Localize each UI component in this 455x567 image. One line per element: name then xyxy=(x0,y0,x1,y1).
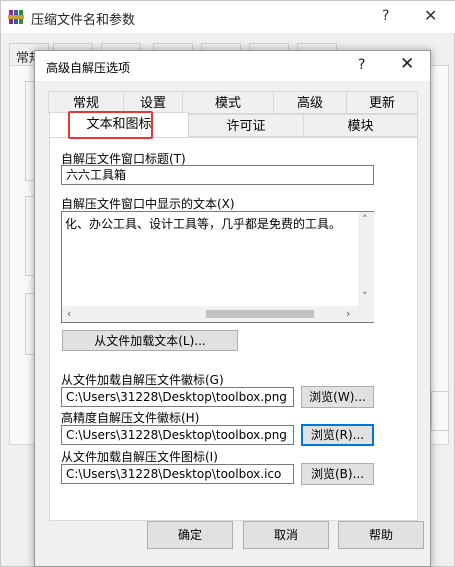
parent-button-edge xyxy=(431,391,449,431)
tab-update[interactable]: 更新 xyxy=(346,91,418,114)
window-text-area[interactable]: 化、办公工具、设计工具等，几乎都是免费的工具。 ˄ ˅ ‹ › xyxy=(61,211,374,323)
tab-module[interactable]: 模块 xyxy=(303,114,418,137)
hires-browse-button[interactable]: 浏览(R)... xyxy=(301,424,374,446)
scroll-left-icon[interactable]: ‹ xyxy=(67,307,71,320)
parent-close-button[interactable]: ✕ xyxy=(424,6,437,25)
dialog-help-button[interactable]: ? xyxy=(358,57,365,73)
logo-path-input[interactable]: C:\Users\31228\Desktop\toolbox.png xyxy=(61,387,294,407)
logo-label: 从文件加载自解压文件徽标(G) xyxy=(61,373,224,387)
tab-modes[interactable]: 模式 xyxy=(182,91,274,114)
window-title-input[interactable]: 六六工具箱 xyxy=(61,165,374,185)
scroll-corner xyxy=(358,306,374,322)
horizontal-scrollbar[interactable]: ‹ › xyxy=(62,306,358,322)
cancel-button[interactable]: 取消 xyxy=(243,521,329,549)
parent-help-button[interactable]: ? xyxy=(382,8,389,24)
parent-title: 压缩文件名和参数 xyxy=(31,13,136,28)
ok-button[interactable]: 确定 xyxy=(147,521,233,549)
advanced-sfx-dialog: 高级自解压选项 ? ✕ 常规 设置 模式 高级 更新 许可证 模块 文本和图标 … xyxy=(34,50,431,567)
load-text-button[interactable]: 从文件加载文本(L)... xyxy=(62,330,238,351)
dialog-close-button[interactable]: ✕ xyxy=(400,54,414,74)
icon-path-input[interactable]: C:\Users\31228\Desktop\toolbox.ico xyxy=(61,464,294,484)
winrar-icon xyxy=(8,10,24,24)
scroll-right-icon[interactable]: › xyxy=(346,307,350,320)
logo-browse-button[interactable]: 浏览(W)... xyxy=(301,386,374,408)
hires-logo-path-input[interactable]: C:\Users\31228\Desktop\toolbox.png xyxy=(61,425,294,445)
hires-logo-label: 高精度自解压文件徽标(H) xyxy=(61,411,200,425)
dialog-title: 高级自解压选项 xyxy=(46,61,131,75)
icon-label: 从文件加载自解压文件图标(I) xyxy=(61,450,218,464)
scroll-down-icon[interactable]: ˅ xyxy=(362,290,368,303)
window-text-label: 自解压文件窗口中显示的文本(X) xyxy=(61,197,235,211)
icon-browse-button[interactable]: 浏览(B)... xyxy=(301,463,374,485)
scroll-up-icon[interactable]: ˄ xyxy=(362,213,368,226)
horizontal-scroll-thumb[interactable] xyxy=(206,310,314,318)
window-text-content: 化、办公工具、设计工具等，几乎都是免费的工具。 xyxy=(65,217,342,231)
tab-license[interactable]: 许可证 xyxy=(188,114,304,137)
parent-titlebar: 压缩文件名和参数 ? ✕ xyxy=(1,1,455,33)
help-button[interactable]: 帮助 xyxy=(338,521,424,549)
active-tab-highlight xyxy=(68,111,153,139)
tab-advanced[interactable]: 高级 xyxy=(273,91,347,114)
dialog-titlebar: 高级自解压选项 ? ✕ xyxy=(35,51,430,81)
